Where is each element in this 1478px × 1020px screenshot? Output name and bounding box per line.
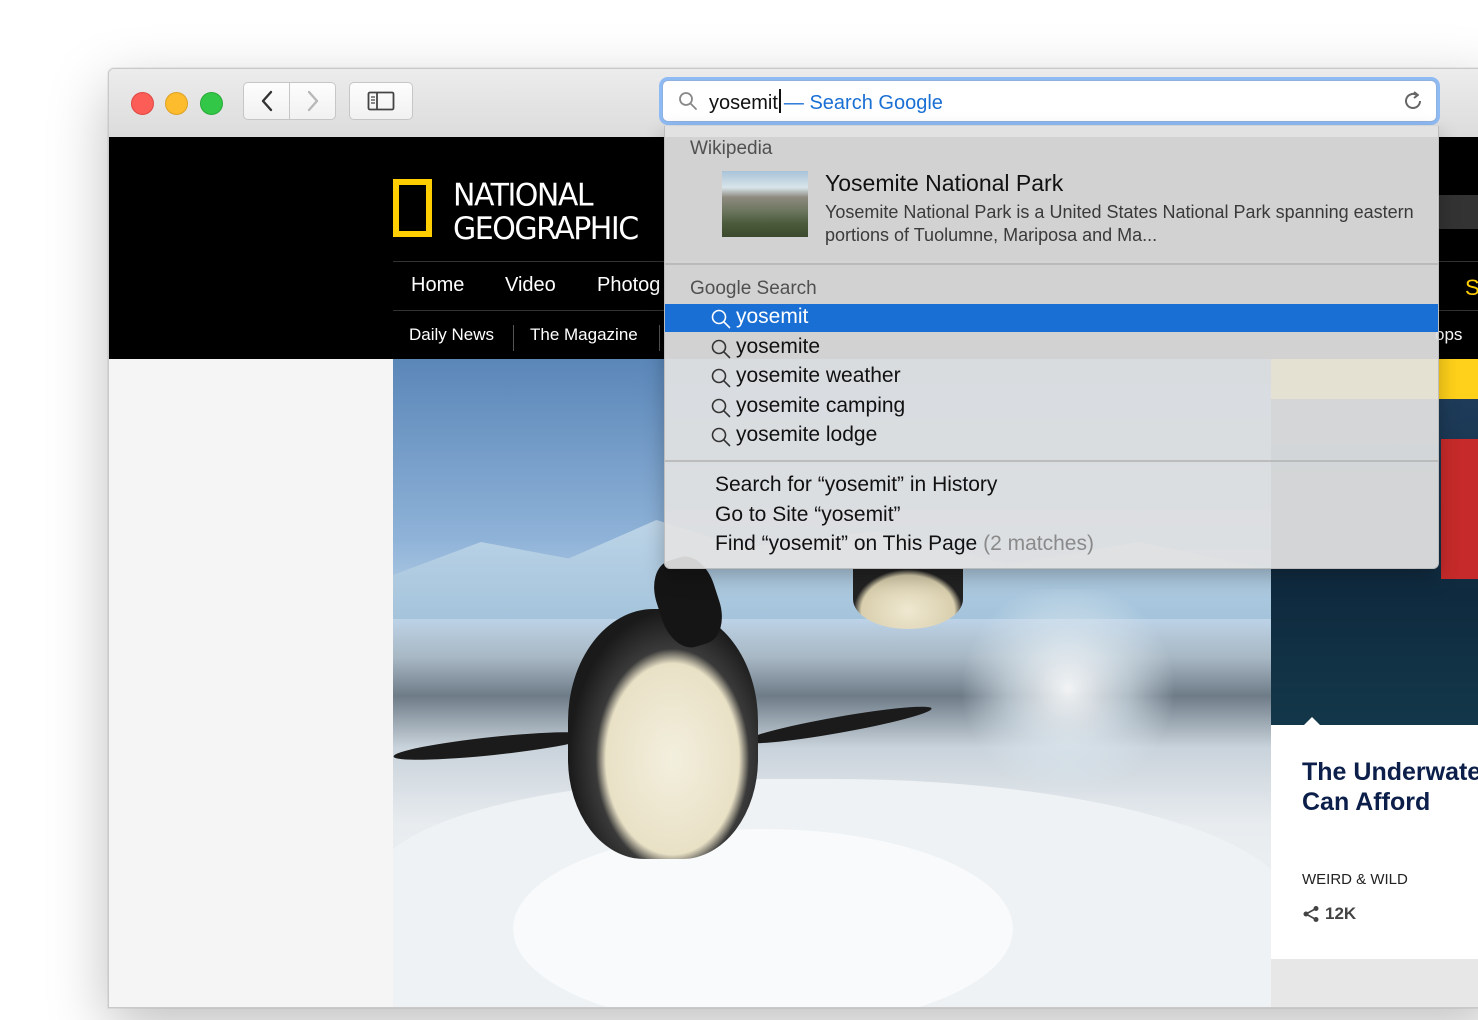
address-typed-text: yosemit bbox=[709, 92, 778, 114]
suggestion-label: yosemit bbox=[736, 305, 809, 328]
close-window-button[interactable] bbox=[131, 92, 154, 115]
share-count-value: 12K bbox=[1325, 904, 1357, 923]
nav-photography[interactable]: Photog bbox=[597, 274, 660, 297]
site-search-field[interactable] bbox=[1437, 195, 1478, 229]
ship-hull bbox=[1441, 439, 1478, 579]
site-logo[interactable]: NATIONAL GEOGRAPHIC bbox=[453, 177, 639, 248]
sidebar-toggle-button[interactable] bbox=[349, 82, 413, 120]
go-to-site-action[interactable]: Go to Site “yosemit” bbox=[715, 503, 901, 527]
wikipedia-title: Yosemite National Park bbox=[825, 170, 1064, 196]
suggestion-item[interactable]: yosemite weather bbox=[665, 363, 1438, 391]
nav-home[interactable]: Home bbox=[411, 274, 464, 297]
text-caret bbox=[778, 89, 781, 113]
search-icon bbox=[711, 339, 731, 359]
find-on-page-action[interactable]: Find “yosemit” on This Page (2 matches) bbox=[715, 532, 1094, 556]
water-splash bbox=[953, 589, 1183, 789]
address-bar[interactable]: yosemit — Search Google bbox=[662, 80, 1437, 122]
suggestion-item[interactable]: yosemit bbox=[665, 304, 1438, 332]
google-section-header: Google Search bbox=[690, 278, 817, 299]
suggestion-label: yosemite bbox=[736, 335, 821, 358]
subnav-daily-news[interactable]: Daily News bbox=[409, 325, 494, 345]
side-story-category[interactable]: WEIRD & WILD bbox=[1302, 871, 1408, 888]
penguin-wing-left bbox=[393, 726, 594, 766]
nav-subscribe[interactable]: S bbox=[1465, 275, 1478, 301]
section-divider bbox=[665, 263, 1438, 265]
match-count: (2 matches) bbox=[983, 532, 1094, 555]
subnav-divider bbox=[659, 325, 660, 351]
nat-geo-logo-icon[interactable] bbox=[393, 179, 432, 237]
suggestion-label: yosemite weather bbox=[736, 364, 901, 387]
side-story-title[interactable]: The Underwate Can Afford bbox=[1302, 757, 1478, 817]
search-icon bbox=[711, 398, 731, 418]
suggestion-label: yosemite camping bbox=[736, 394, 906, 417]
suggestion-label: yosemite lodge bbox=[736, 423, 878, 446]
sidebar-icon bbox=[367, 91, 395, 111]
penguin-wing-right bbox=[743, 700, 933, 750]
caption-notch bbox=[1303, 717, 1321, 726]
chevron-left-icon bbox=[261, 90, 272, 112]
side-story-title-line-2: Can Afford bbox=[1302, 788, 1431, 816]
wikipedia-description: Yosemite National Park is a United State… bbox=[825, 202, 1414, 245]
penguin-body bbox=[568, 609, 758, 859]
suggestion-item[interactable]: yosemite camping bbox=[665, 393, 1438, 421]
side-story-footer bbox=[1271, 959, 1478, 1007]
subnav-divider bbox=[513, 325, 514, 351]
wikipedia-section-header: Wikipedia bbox=[690, 138, 773, 159]
logo-line-2: GEOGRAPHIC bbox=[453, 210, 639, 248]
address-suggestions-dropdown: Wikipedia Yosemite National Park Yosemit… bbox=[664, 126, 1439, 569]
address-input[interactable]: yosemit — Search Google bbox=[709, 89, 943, 115]
section-divider bbox=[665, 460, 1438, 462]
logo-line-1: NATIONAL bbox=[453, 177, 594, 215]
search-history-action[interactable]: Search for “yosemit” in History bbox=[715, 473, 997, 497]
search-icon bbox=[711, 309, 731, 329]
chevron-right-icon bbox=[307, 90, 318, 112]
nav-video[interactable]: Video bbox=[505, 274, 556, 297]
zoom-window-button[interactable] bbox=[200, 92, 223, 115]
side-story-title-line-1: The Underwate bbox=[1302, 758, 1478, 786]
subnav-shops[interactable]: ops bbox=[1435, 325, 1462, 345]
search-icon bbox=[711, 427, 731, 447]
minimize-window-button[interactable] bbox=[165, 92, 188, 115]
suggestion-item[interactable]: yosemite bbox=[665, 334, 1438, 362]
share-icon bbox=[1303, 906, 1319, 922]
find-on-page-label: Find “yosemit” on This Page bbox=[715, 532, 978, 555]
forward-button[interactable] bbox=[290, 82, 336, 120]
wikipedia-thumbnail bbox=[722, 171, 808, 237]
penguin-2 bbox=[853, 569, 963, 629]
back-button[interactable] bbox=[243, 82, 290, 120]
reload-icon[interactable] bbox=[1402, 90, 1424, 112]
suggestion-item[interactable]: yosemite lodge bbox=[665, 422, 1438, 450]
subnav-magazine[interactable]: The Magazine bbox=[530, 325, 638, 345]
share-count[interactable]: 12K bbox=[1302, 904, 1356, 924]
address-hint: — Search Google bbox=[783, 92, 943, 114]
search-icon bbox=[679, 92, 697, 110]
search-icon bbox=[711, 368, 731, 388]
